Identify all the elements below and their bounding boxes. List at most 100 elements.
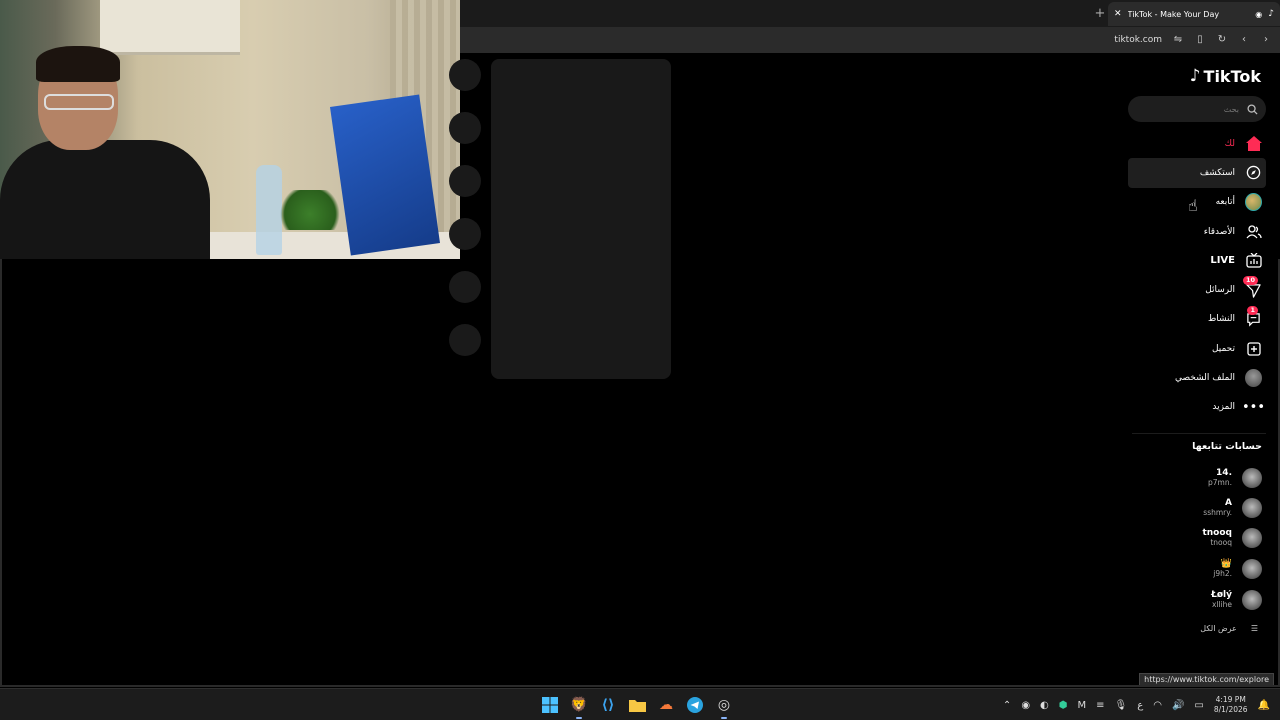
person-hair	[36, 46, 120, 82]
action-placeholder	[449, 324, 481, 356]
cloud-app-icon[interactable]: ☁	[656, 694, 676, 716]
tray-app-icon[interactable]: ◐	[1040, 700, 1049, 711]
nav-item-upload[interactable]: تحميل	[1128, 334, 1266, 363]
address-bar[interactable]: tiktok.com	[1114, 35, 1162, 45]
account-handle: xllihe	[1211, 600, 1232, 609]
wifi-icon[interactable]: ◠	[1153, 700, 1162, 711]
notification-icon[interactable]: 🔔	[1258, 700, 1270, 711]
account-name: 14.	[1216, 468, 1232, 478]
friends-icon	[1245, 223, 1262, 240]
search-input[interactable]: بحث	[1128, 96, 1266, 122]
air-conditioner	[100, 0, 240, 55]
battery-icon[interactable]: ▭	[1194, 700, 1203, 711]
live-icon	[1245, 252, 1262, 269]
account-name: tnooq	[1202, 528, 1232, 538]
person-glasses	[44, 94, 114, 110]
home-icon	[1245, 135, 1262, 152]
account-avatar	[1242, 590, 1262, 610]
clock[interactable]: 4:19 PM 8/1/2026	[1214, 695, 1248, 715]
brave-browser-icon[interactable]: 🦁	[569, 694, 589, 719]
mouse-cursor-icon: ☝	[1188, 196, 1198, 215]
action-placeholder	[449, 59, 481, 91]
telegram-icon[interactable]	[685, 694, 705, 716]
messages-badge: 10	[1242, 276, 1258, 286]
action-placeholder	[449, 218, 481, 250]
microphone-icon[interactable]: 🎙	[1115, 700, 1128, 711]
action-placeholder	[449, 112, 481, 144]
system-tray: ⌃ ◉ ◐ ⬢ M ≡ 🎙 ع ◠ 🔊 ▭ 4:19 PM 8/1/2026 🔔	[1003, 695, 1270, 715]
account-name: 👑	[1220, 559, 1232, 569]
following-accounts-title: حسابات تتابعها	[1192, 441, 1262, 452]
see-all-button[interactable]: عرض الكل ☰	[1200, 624, 1258, 633]
nav-label: تحميل	[1211, 343, 1235, 354]
action-placeholder	[449, 165, 481, 197]
list-icon: ☰	[1250, 624, 1258, 633]
nav-item-explore[interactable]: استكشف	[1128, 158, 1266, 188]
account-item[interactable]: Łølý xllihe	[1150, 585, 1262, 615]
account-name: Łølý	[1211, 590, 1232, 600]
nav-item-more[interactable]: المزيد •••	[1128, 393, 1266, 422]
search-icon[interactable]	[1247, 103, 1258, 115]
clock-date: 8/1/2026	[1213, 705, 1248, 714]
nav-item-messages[interactable]: الرسائل 10	[1128, 275, 1266, 304]
video-placeholder	[491, 59, 671, 379]
back-icon[interactable]: ‹	[1238, 34, 1250, 46]
see-all-label: عرض الكل	[1200, 624, 1237, 633]
nav-label: LIVE	[1210, 255, 1235, 267]
reload-icon[interactable]: ↻	[1216, 34, 1228, 46]
nav-label: النشاط	[1207, 314, 1235, 325]
nav-item-activity[interactable]: النشاط 1	[1128, 305, 1266, 334]
logo-text: TikTok	[1203, 66, 1261, 86]
new-tab-icon[interactable]: +	[1092, 6, 1108, 22]
nav-label: الملف الشخصي	[1175, 373, 1235, 384]
nav-label: أتابعه	[1215, 197, 1235, 208]
nav-label: استكشف	[1199, 167, 1235, 178]
account-avatar	[1242, 498, 1262, 518]
windows-start-icon[interactable]	[540, 694, 560, 716]
chat-app-icon[interactable]: ◎	[714, 694, 734, 719]
nav-label: لك	[1224, 138, 1235, 149]
nav-item-home[interactable]: لك	[1128, 129, 1266, 158]
account-item[interactable]: Asshmry.	[1150, 493, 1262, 523]
browser-tab[interactable]: ✕ TikTok - Make Your Day ◉ ♪	[1108, 2, 1280, 26]
taskbar: 🦁 ⟨⟩ ☁ ◎ ⌃ ◉ ◐ ⬢ M ≡ 🎙 ع ◠ 🔊 ▭ 4:19 PM 8…	[0, 688, 1280, 720]
chevron-up-icon[interactable]: ⌃	[1003, 700, 1011, 711]
account-avatar	[1242, 528, 1262, 548]
tiktok-note-icon: ♪	[1189, 66, 1201, 86]
tray-shield-icon[interactable]: ⬢	[1059, 700, 1068, 711]
nav-item-live[interactable]: LIVE	[1128, 246, 1266, 275]
tiktok-logo[interactable]: ♪ TikTok	[1190, 66, 1261, 86]
tray-settings-icon[interactable]: ≡	[1096, 700, 1104, 711]
nav-label: المزيد	[1212, 402, 1235, 413]
vscode-icon[interactable]: ⟨⟩	[598, 694, 618, 716]
account-item[interactable]: 14. p7mn.	[1150, 463, 1262, 493]
nav-label: الأصدقاء	[1203, 226, 1235, 237]
profile-avatar-icon	[1245, 369, 1262, 388]
close-tab-icon[interactable]: ✕	[1114, 9, 1122, 19]
sidebar-divider	[1132, 433, 1266, 434]
status-url-tooltip: https://www.tiktok.com/explore	[1139, 673, 1274, 686]
nav-item-friends[interactable]: الأصدقاء	[1128, 217, 1266, 246]
account-avatar	[1242, 559, 1262, 579]
tab-audio-icon[interactable]: ◉	[1255, 10, 1262, 19]
webcam-overlay	[0, 0, 460, 259]
screen: + ✕ TikTok - Make Your Day ◉ ♪ tiktok.co…	[0, 0, 1280, 720]
more-icon: •••	[1242, 399, 1266, 415]
input-language[interactable]: ع	[1137, 700, 1143, 711]
tray-app-icon[interactable]: M	[1078, 700, 1087, 711]
site-settings-icon[interactable]: ⇋	[1172, 34, 1184, 46]
bookmark-icon[interactable]: ▯	[1194, 34, 1206, 46]
volume-icon[interactable]: 🔊	[1172, 700, 1184, 711]
sidebar-nav: لك استكشف أتابعه الأصدقاء LIVE الرسائل 1…	[1128, 129, 1266, 422]
account-name: A	[1225, 498, 1232, 508]
person-body	[0, 140, 210, 259]
account-item[interactable]: tnooq tnooq	[1150, 523, 1262, 553]
forward-icon[interactable]: ›	[1260, 34, 1272, 46]
browser-tab-bar: + ✕ TikTok - Make Your Day ◉ ♪	[460, 0, 1280, 27]
tray-app-icon[interactable]: ◉	[1021, 700, 1030, 711]
clock-time: 4:19 PM	[1215, 695, 1246, 704]
file-explorer-icon[interactable]	[627, 694, 647, 716]
account-avatar	[1242, 468, 1262, 488]
account-item[interactable]: 👑 j9h2.	[1150, 554, 1262, 584]
nav-item-profile[interactable]: الملف الشخصي	[1128, 363, 1266, 392]
